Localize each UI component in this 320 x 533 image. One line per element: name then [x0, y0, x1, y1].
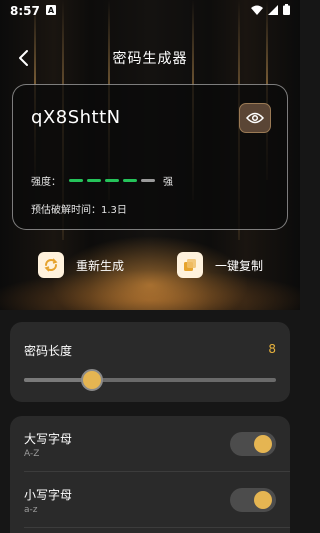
- battery-icon: [283, 4, 290, 18]
- option-name: 小写字母: [24, 488, 73, 502]
- status-bar: 8:57 A: [0, 0, 300, 22]
- option-sub: a-z: [24, 505, 38, 515]
- action-bar: 重新生成 一键复制: [0, 252, 300, 282]
- regenerate-label: 重新生成: [76, 258, 125, 273]
- wifi-icon: [251, 4, 263, 18]
- strength-label: 强度：: [31, 177, 61, 188]
- copy-label: 一键复制: [215, 258, 264, 273]
- regenerate-button[interactable]: 重新生成: [38, 252, 124, 278]
- options-panel: 大写字母 A-Z 小写字母 a-z: [10, 416, 290, 533]
- status-time: 8:57: [10, 4, 40, 18]
- app-header: 密码生成器: [0, 40, 300, 76]
- svg-text:A: A: [48, 6, 55, 15]
- lowercase-toggle[interactable]: [230, 488, 276, 512]
- uppercase-toggle[interactable]: [230, 432, 276, 456]
- slider-thumb[interactable]: [81, 369, 104, 391]
- divider: [24, 527, 290, 528]
- toggle-knob: [254, 435, 272, 453]
- option-sub: A-Z: [24, 449, 40, 459]
- a-notification-icon: A: [45, 4, 56, 18]
- eye-icon: [246, 112, 264, 124]
- back-arrow-icon[interactable]: [14, 48, 34, 68]
- option-name: 大写字母: [24, 432, 73, 446]
- strength-level: 强: [163, 177, 173, 188]
- option-row-lowercase: 小写字母 a-z: [10, 472, 290, 528]
- copy-button[interactable]: 一键复制: [177, 252, 263, 278]
- show-password-button[interactable]: [239, 103, 271, 133]
- strength-segment: [105, 179, 119, 182]
- strength-segment: [123, 179, 137, 182]
- length-slider[interactable]: [24, 369, 276, 391]
- toggle-knob: [254, 491, 272, 509]
- strength-meter: 强度： 强: [31, 173, 173, 188]
- option-row-uppercase: 大写字母 A-Z: [10, 416, 290, 472]
- length-value: 8: [268, 342, 276, 356]
- strength-segment: [141, 179, 155, 182]
- length-panel: 密码长度 8: [10, 322, 290, 402]
- crack-time: 预估破解时间：1.3日: [31, 201, 127, 216]
- length-label: 密码长度: [24, 344, 73, 358]
- crack-time-label: 预估破解时间：: [31, 205, 101, 216]
- page-title: 密码生成器: [112, 51, 188, 67]
- crack-time-value: 1.3日: [101, 205, 127, 216]
- signal-icon: [268, 4, 278, 18]
- strength-segments: [69, 179, 155, 182]
- password-card: qX8ShttN 强度： 强 预估破解时间：1.3日: [12, 84, 288, 230]
- generated-password[interactable]: qX8ShttN: [31, 107, 121, 128]
- strength-segment: [87, 179, 101, 182]
- strength-segment: [69, 179, 83, 182]
- refresh-icon: [38, 252, 64, 278]
- copy-icon: [177, 252, 203, 278]
